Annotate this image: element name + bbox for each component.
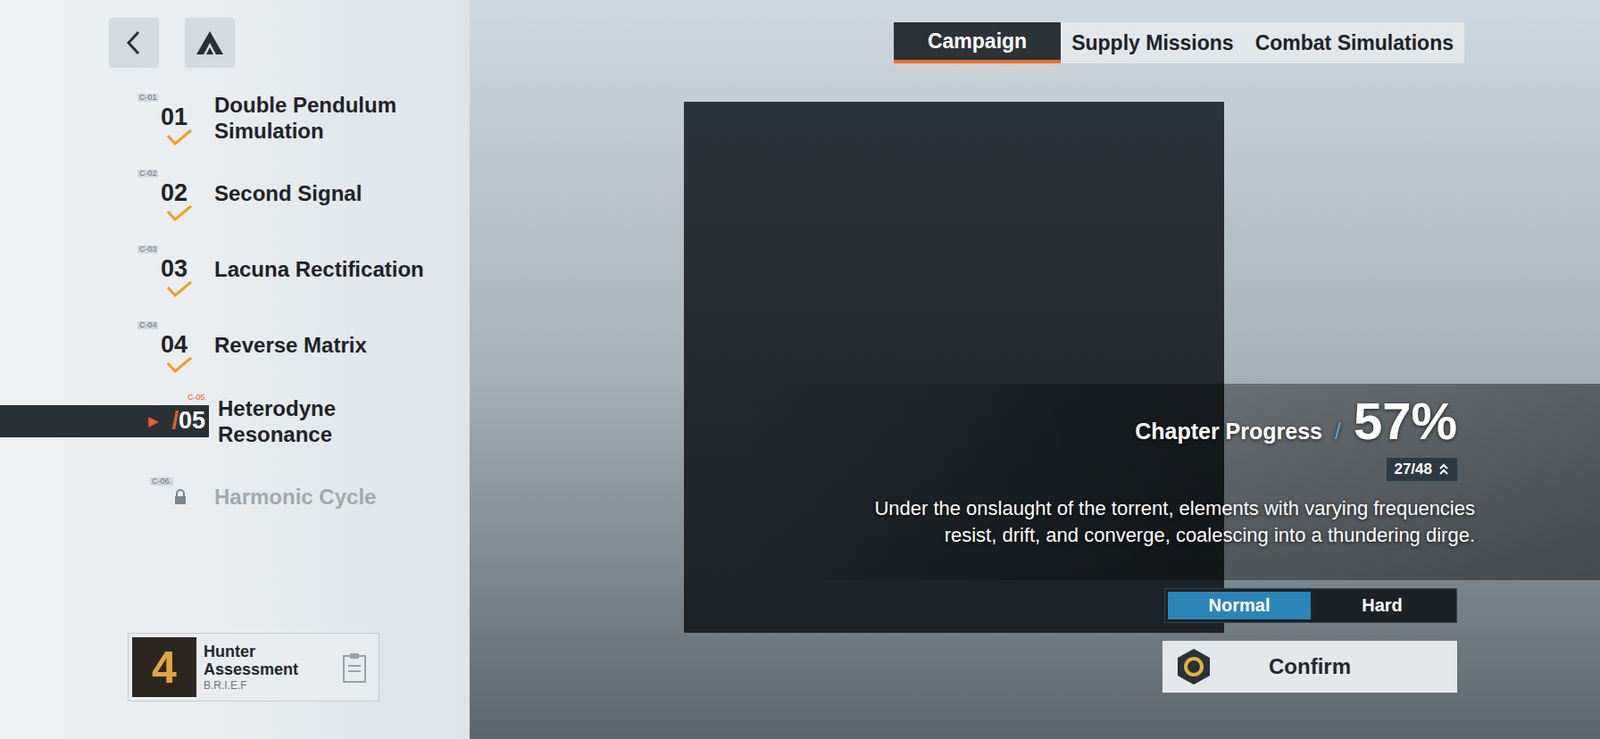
title-line: Harmonic Cycle: [214, 483, 376, 510]
chapter-item[interactable]: 04C-04 Reverse Matrix: [0, 307, 470, 384]
chapter-code: C-04: [137, 321, 159, 330]
hunter-assessment-card[interactable]: 4 Hunter AssessmentB.R.I.E.F: [127, 633, 380, 702]
chapter-number: 01C-01: [160, 105, 188, 130]
back-button[interactable]: [108, 17, 159, 68]
chapter-number-cell: 04C-04: [0, 333, 209, 358]
confirm-hex-icon: [1175, 647, 1213, 687]
chapter-list: 01C-01 Double PendulumSimulation 02C-02 Sec…: [0, 79, 470, 535]
assessment-text: Hunter AssessmentB.R.I.E.F: [203, 637, 311, 698]
check-icon: [166, 128, 193, 147]
difficulty-option[interactable]: Hard: [1310, 591, 1454, 620]
title-line: Second Signal: [214, 180, 362, 207]
chapter-number: 02C-02: [160, 181, 188, 206]
stage-art: [469, 0, 1600, 739]
assessment-subtitle: B.R.I.E.F: [203, 678, 311, 693]
assessment-title: Hunter Assessment: [203, 642, 311, 679]
check-icon: [178, 512, 206, 531]
confirm-label: Confirm: [1268, 650, 1351, 684]
progress-separator: /: [1334, 415, 1342, 450]
back-arrow-icon: [124, 29, 144, 57]
clipboard-icon: [341, 651, 368, 684]
chapter-number: /05: [171, 408, 206, 434]
chapter-title: Double PendulumSimulation: [214, 91, 397, 144]
play-icon: ▶: [148, 414, 159, 428]
chapter-title: Harmonic Cycle: [214, 483, 376, 510]
chapter-title: Second Signal: [214, 180, 362, 207]
mode-tab[interactable]: Supply Missions: [1060, 22, 1244, 64]
number-text: 01: [160, 105, 188, 130]
rewards-icon: [1437, 463, 1450, 476]
chapter-code: C-05.: [187, 393, 208, 402]
number-slash: /: [171, 408, 179, 434]
title-line: Simulation: [214, 117, 397, 144]
chapter-code: C-02: [137, 169, 159, 178]
logo-icon: [194, 29, 225, 57]
title-line: Resonance: [217, 421, 336, 448]
chapter-number: 03C-03: [160, 257, 188, 282]
title-line: Lacuna Rectification: [214, 256, 425, 283]
number-text: 05: [178, 408, 206, 434]
chapter-code: C-06.: [150, 477, 174, 486]
check-icon: [166, 356, 193, 375]
title-line: Heterodyne: [217, 395, 336, 422]
chapter-item[interactable]: ▶ /05 C-05. HeterodyneResonance: [0, 383, 470, 459]
difficulty-label: Hard: [1361, 591, 1403, 619]
number-text: 02: [160, 181, 188, 206]
chapter-number: 04C-04: [160, 333, 188, 358]
chapter-title: Reverse Matrix: [214, 332, 367, 359]
stage-content: Campaign Supply Missions Combat Simulation…: [469, 0, 1600, 739]
difficulty-toggle: Normal Hard: [1164, 588, 1458, 624]
number-text: 03: [160, 257, 188, 282]
progress-label: Chapter Progress: [1134, 415, 1323, 450]
chapter-number-cell: C-06.: [0, 489, 209, 506]
description-line: Under the onslaught of the torrent, elem…: [874, 495, 1475, 523]
chapter-code: C-01: [137, 93, 159, 102]
progress-count: 27/48: [1386, 458, 1458, 482]
chapter-item[interactable]: 03C-03 Lacuna Rectification: [0, 231, 470, 308]
text-shade: [737, 383, 1600, 581]
stage: Campaign Supply Missions Combat Simulation…: [469, 0, 1600, 739]
description-line: resist, drift, and converge, coalescing …: [944, 522, 1475, 550]
assessment-level: 4: [151, 645, 177, 691]
chapter-number-cell: 03C-03: [0, 257, 209, 282]
title-line: Reverse Matrix: [214, 332, 367, 359]
chapter-code: C-03: [137, 245, 159, 254]
title-line: Double Pendulum: [214, 91, 397, 118]
confirm-button[interactable]: Confirm: [1162, 641, 1458, 693]
tab-label: Campaign: [927, 25, 1027, 58]
tab-label: Supply Missions: [1071, 27, 1234, 59]
difficulty-label: Normal: [1208, 591, 1271, 619]
assessment-badge: 4: [132, 637, 197, 698]
number-text: 04: [160, 333, 188, 358]
chapter-number-cell: 01C-01: [0, 105, 209, 130]
chapter-panel: 01C-01 Double PendulumSimulation 02C-02 Sec…: [0, 0, 470, 739]
check-icon: [166, 204, 193, 223]
progress-percent: 57%: [1353, 395, 1458, 448]
logo-button[interactable]: [184, 17, 235, 68]
chapter-number: C-06.: [173, 489, 188, 506]
difficulty-option[interactable]: Normal: [1167, 591, 1311, 620]
count-text: 27/48: [1393, 461, 1433, 477]
tab-label: Combat Simulations: [1255, 27, 1454, 59]
mode-tabs: Campaign Supply Missions Combat Simulation…: [893, 22, 1465, 64]
current-marker: ▶/05C-05.: [0, 405, 209, 438]
chapter-title: Lacuna Rectification: [214, 256, 425, 283]
panel-header: [0, 0, 470, 68]
mode-tab[interactable]: Combat Simulations: [1244, 22, 1465, 64]
chapter-item: C-06. Harmonic Cycle: [0, 458, 470, 535]
chapter-title: HeterodyneResonance: [217, 395, 336, 448]
check-icon: [166, 280, 193, 299]
chapter-description: Under the onslaught of the torrent, elem…: [874, 495, 1475, 550]
chapter-item[interactable]: 02C-02 Second Signal: [0, 155, 470, 232]
chapter-progress: Chapter Progress / 57%: [1134, 395, 1458, 450]
lock-icon: [173, 489, 188, 506]
mode-tab[interactable]: Campaign: [893, 22, 1061, 64]
chapter-number-cell: 02C-02: [0, 181, 209, 206]
chapter-item[interactable]: 01C-01 Double PendulumSimulation: [0, 79, 470, 156]
